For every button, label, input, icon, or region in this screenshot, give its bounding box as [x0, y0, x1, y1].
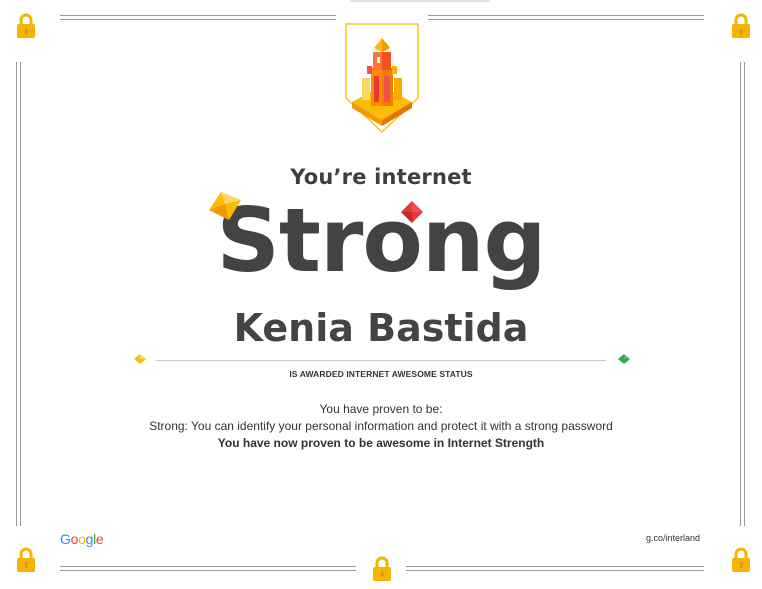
awarded-status-line: IS AWARDED INTERNET AWESOME STATUS — [289, 369, 473, 379]
footer-url: g.co/interland — [645, 533, 700, 543]
certificate-heading-big: Strong — [216, 189, 547, 292]
certificate-page: You’re internet Strong Kenia Bastida IS … — [0, 0, 762, 589]
google-logo-letter: o — [78, 531, 86, 547]
padlock-icon — [732, 13, 750, 38]
padlock-icon — [373, 556, 391, 581]
yellow-gem-icon — [209, 192, 241, 220]
border-top-right — [428, 15, 704, 20]
google-logo-letter: G — [60, 531, 71, 547]
green-diamond-icon — [618, 354, 630, 364]
border-bottom-left — [60, 566, 356, 571]
border-bottom-right — [406, 566, 704, 571]
google-logo-letter: o — [70, 531, 79, 547]
padlock-icon — [17, 13, 35, 38]
divider-line — [156, 360, 606, 361]
proven-detail-text: Strong: You can identify your personal i… — [149, 419, 613, 433]
google-logo-letter: g — [85, 531, 94, 547]
border-top-left — [60, 15, 336, 20]
yellow-diamond-icon — [134, 354, 146, 364]
google-logo: Google — [60, 531, 104, 547]
proven-summary-text: You have now proven to be awesome in Int… — [217, 436, 545, 450]
tower-emblem-icon — [345, 23, 419, 134]
proven-intro-text: You have proven to be: — [319, 402, 443, 416]
red-gem-icon — [401, 201, 423, 223]
recipient-name: Kenia Bastida — [233, 306, 529, 350]
google-logo-letter: e — [95, 531, 104, 547]
top-edge-mark — [350, 0, 490, 2]
padlock-icon — [732, 547, 750, 572]
padlock-icon — [17, 547, 35, 572]
